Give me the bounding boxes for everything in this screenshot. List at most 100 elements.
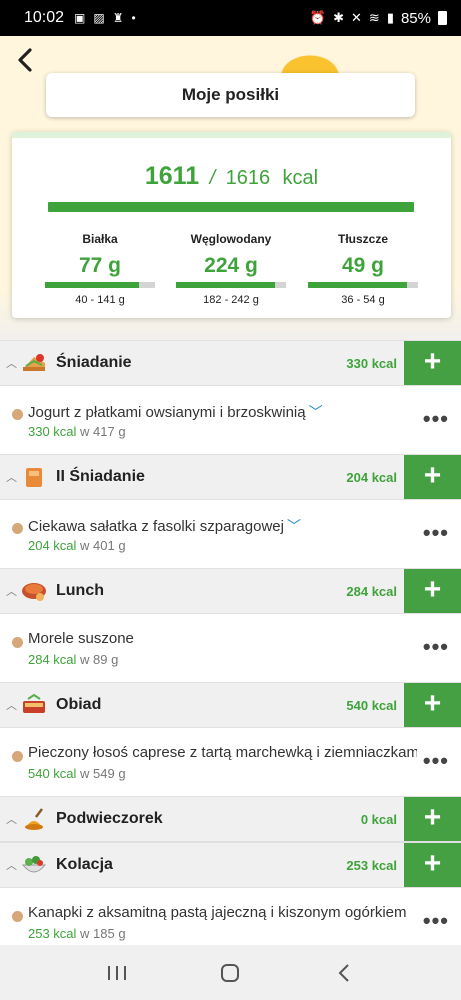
recent-apps-button[interactable] [102,958,132,988]
salad-icon [20,853,48,877]
macro-progress-bar [176,282,286,288]
back-button[interactable] [12,46,40,74]
chevron-up-icon[interactable]: ︿ [6,811,18,827]
app-icon: ♜ [112,11,124,25]
home-button[interactable] [215,958,245,988]
food-kcal: 284 kcal [28,652,77,667]
macro-value: 77 g [78,254,122,277]
food-name: Ciekawa sałatka z fasolki szparagowej [28,518,284,535]
food-weight: w 185 g [80,926,126,941]
add-food-button[interactable]: + [404,341,461,385]
macro-label: Węglowodany [190,232,272,246]
meal-header-supper[interactable]: ︿ Kolacja 253 kcal + [0,842,461,888]
meal-header-dinner[interactable]: ︿ Obiad 540 kcal + [0,682,461,728]
add-food-button[interactable]: + [404,797,461,841]
food-weight: w 401 g [80,538,126,553]
calories-unit: kcal [282,167,319,189]
meal-kcal: 330 kcal [346,355,397,371]
meal-header-lunch[interactable]: ︿ Lunch 284 kcal + [0,568,461,614]
signal-icon: ▮ [386,10,394,25]
calorie-total: 1611 / 1616 kcal [12,162,451,191]
wifi-icon: ≋ [368,10,380,25]
food-kcal: 330 kcal [28,424,77,439]
meal-name: II Śniadanie [56,468,145,485]
macro-value: 224 g [204,254,258,277]
more-options-icon[interactable]: ••• [423,406,449,432]
chevron-down-icon[interactable]: ﹀ [287,518,301,534]
food-weight: w 89 g [80,652,119,667]
battery-percent: 85% [400,9,431,27]
meal-name: Obiad [56,696,102,713]
lasagna-icon [20,693,48,717]
bluetooth-icon: ✱ [333,10,344,25]
meal-name: Lunch [56,582,104,599]
bullet-icon [12,637,23,648]
page-title: Moje posiłki [46,73,415,117]
meal-header-breakfast[interactable]: ︿ Śniadanie 330 kcal + [0,340,461,386]
chevron-down-icon[interactable]: ﹀ [309,404,323,420]
macro-value: 49 g [341,254,385,277]
calorie-progress-bar [48,202,414,212]
notification-icons: ▣ ▨ ♜ • [74,11,136,25]
food-name: Pieczony łosoś caprese z tartą marchewką… [28,744,417,761]
food-name: Kanapki z aksamitną pastą jajeczną i kis… [28,904,407,921]
macro-progress-bar [45,282,155,288]
macro-range: 182 - 242 g [203,294,259,306]
lunchbox-icon [20,465,48,489]
back-nav-button[interactable] [329,958,359,988]
sandwich-icon [20,351,48,375]
macro-protein: Białka 77 g 40 - 141 g [45,232,155,306]
plus-icon: + [423,458,442,492]
list-item[interactable]: Pieczony łosoś caprese z tartą marchewką… [0,728,461,796]
plus-icon: + [423,846,442,880]
status-time: 10:02 [24,9,65,26]
plus-icon: + [423,344,442,378]
more-options-icon[interactable]: ••• [423,748,449,774]
more-options-icon[interactable]: ••• [423,634,449,660]
plus-icon: + [423,572,442,606]
chevron-up-icon[interactable]: ︿ [6,697,18,713]
meal-header-second-breakfast[interactable]: ︿ II Śniadanie 204 kcal + [0,454,461,500]
more-options-icon[interactable]: ••• [423,908,449,934]
add-food-button[interactable]: + [404,569,461,613]
chevron-up-icon[interactable]: ︿ [6,355,18,371]
food-kcal: 204 kcal [28,538,77,553]
dot-icon: • [131,11,136,25]
mute-icon: ✕ [351,10,362,25]
list-item[interactable]: Ciekawa sałatka z fasolki szparagowej ﹀ 2… [0,500,461,568]
more-options-icon[interactable]: ••• [423,520,449,546]
add-food-button[interactable]: + [404,455,461,499]
meals-list: ︿ Śniadanie 330 kcal + Jogurt z płatkami… [0,340,461,956]
system-nav-bar [0,945,461,1000]
chevron-up-icon[interactable]: ︿ [6,857,18,873]
calories-eaten: 1611 [144,162,200,190]
bullet-icon [12,751,23,762]
chevron-up-icon[interactable]: ︿ [6,469,18,485]
macro-label: Białka [82,232,118,246]
back-icon [338,963,349,982]
macro-range: 40 - 141 g [75,294,125,306]
macro-range: 36 - 54 g [341,294,385,306]
bullet-icon [12,911,23,922]
chevron-up-icon[interactable]: ︿ [6,583,18,599]
status-bar: 10:02 ▣ ▨ ♜ • ⏰ ✱ ✕ ≋ ▮ 85% [0,0,461,36]
recent-apps-icon [107,965,126,980]
meal-name: Podwieczorek [56,810,163,827]
macro-fat: Tłuszcze 49 g 36 - 54 g [308,232,418,306]
food-weight: w 549 g [80,766,126,781]
plus-icon: + [423,800,442,834]
list-item[interactable]: Jogurt z płatkami owsianymi i brzoskwini… [0,386,461,454]
home-icon [221,963,240,982]
list-item[interactable]: Morele suszone 284 kcal w 89 g ••• [0,614,461,682]
food-name: Morele suszone [28,630,134,647]
battery-icon [438,11,447,25]
add-food-button[interactable]: + [404,843,461,887]
meal-kcal: 540 kcal [346,697,397,713]
gallery-icon: ▨ [93,11,105,25]
macro-label: Tłuszcze [337,232,388,246]
alarm-icon: ⏰ [309,10,327,25]
calories-goal: 1616 [225,167,271,189]
bullet-icon [12,409,23,420]
add-food-button[interactable]: + [404,683,461,727]
meal-header-afternoon-snack[interactable]: ︿ Podwieczorek 0 kcal + [0,796,461,842]
